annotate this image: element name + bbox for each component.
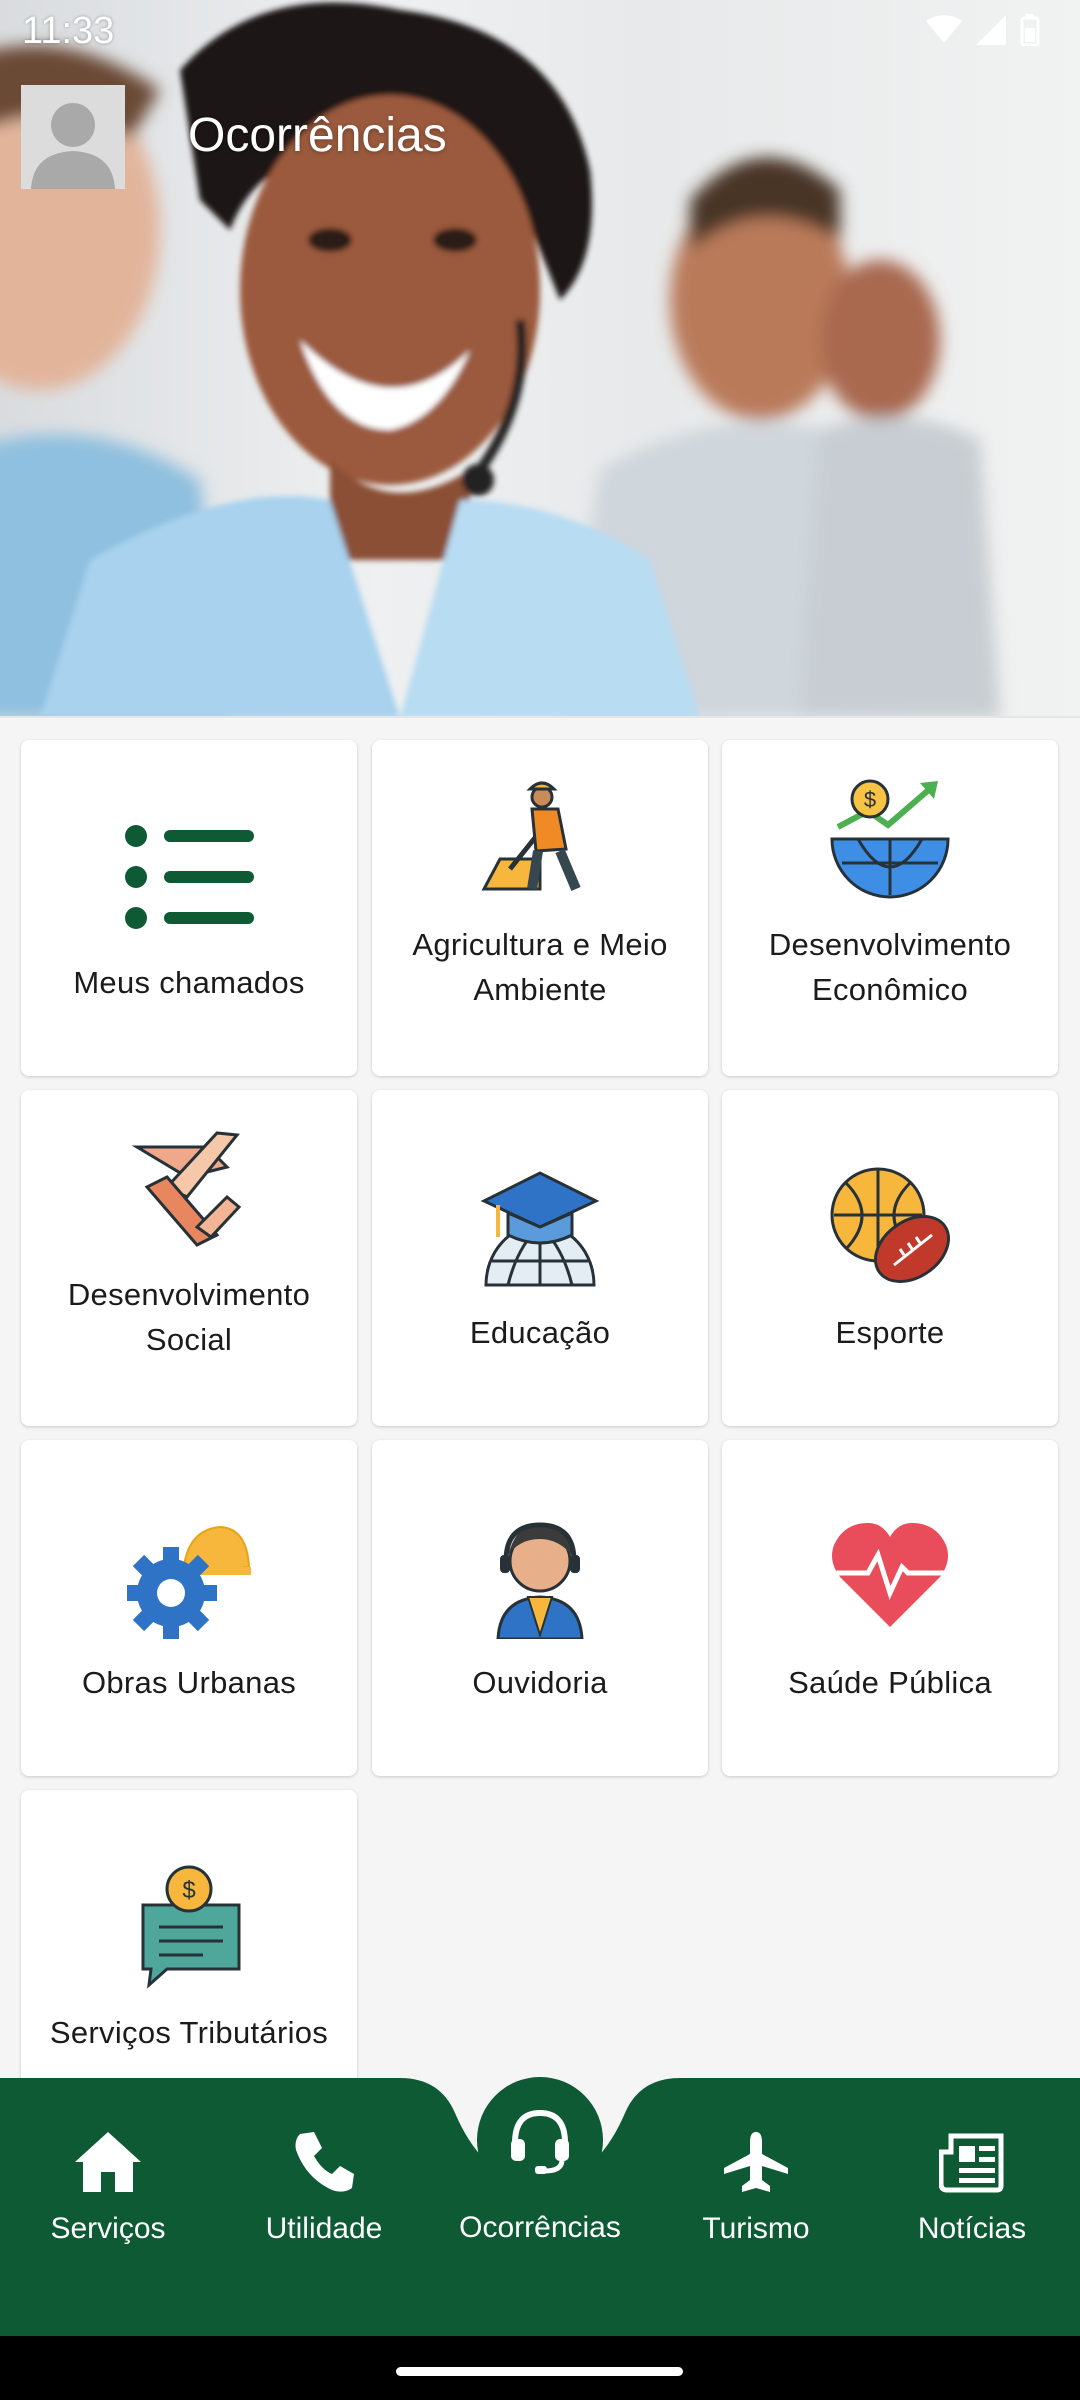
category-desenvolvimento-economico[interactable]: $ Desenvolvimento Econômico bbox=[722, 740, 1058, 1076]
page-title: Ocorrências bbox=[188, 109, 447, 162]
wifi-icon bbox=[926, 15, 962, 43]
signal-icon bbox=[976, 15, 1006, 45]
category-label: Educação bbox=[469, 1314, 611, 1350]
nav-label: Notícias bbox=[917, 2212, 1027, 2245]
svg-text:$: $ bbox=[182, 1877, 195, 1904]
globe-growth-icon: $ bbox=[825, 774, 955, 904]
category-agricultura[interactable]: Agricultura e Meio Ambiente bbox=[372, 740, 708, 1076]
home-icon bbox=[75, 2132, 141, 2192]
hands-together-icon bbox=[124, 1124, 254, 1254]
hero-divider bbox=[0, 716, 1080, 718]
worker-shovel-icon bbox=[475, 774, 605, 904]
user-silhouette-icon bbox=[21, 85, 125, 189]
category-label: Saúde Pública bbox=[788, 1664, 992, 1700]
category-label: Serviços Tributários bbox=[49, 2014, 329, 2050]
status-bar: 11:33 bbox=[0, 0, 1080, 64]
category-label: Esporte bbox=[835, 1314, 945, 1350]
category-label: Meus chamados bbox=[73, 964, 305, 1000]
phone-icon bbox=[295, 2132, 354, 2192]
airplane-icon bbox=[724, 2132, 788, 2192]
nav-noticias[interactable]: Notícias bbox=[892, 2130, 1052, 2246]
newspaper-icon bbox=[939, 2133, 1004, 2193]
category-saude-publica[interactable]: Saúde Pública bbox=[722, 1440, 1058, 1776]
tax-document-icon: $ bbox=[124, 1862, 254, 1992]
headset-icon bbox=[511, 2109, 569, 2174]
list-icon bbox=[124, 812, 254, 942]
battery-icon bbox=[1020, 14, 1040, 46]
svg-text:$: $ bbox=[864, 787, 876, 812]
hero-banner: 11:33 Ocorrências bbox=[0, 0, 1080, 718]
nav-turismo[interactable]: Turismo bbox=[676, 2130, 836, 2246]
category-meus-chamados[interactable]: Meus chamados bbox=[21, 740, 357, 1076]
gesture-handle[interactable] bbox=[396, 2367, 683, 2376]
category-ouvidoria[interactable]: Ouvidoria bbox=[372, 1440, 708, 1776]
category-label: Agricultura e Meio Ambiente bbox=[412, 927, 668, 1007]
call-agent-icon bbox=[475, 1512, 605, 1642]
graduation-globe-icon bbox=[475, 1162, 605, 1292]
category-label: Ouvidoria bbox=[472, 1664, 608, 1700]
avatar[interactable] bbox=[21, 85, 125, 189]
ocorrencias-fab[interactable] bbox=[477, 2077, 603, 2203]
nav-label: Ocorrências bbox=[459, 2211, 621, 2244]
category-esporte[interactable]: Esporte bbox=[722, 1090, 1058, 1426]
nav-label: Serviços bbox=[50, 2212, 166, 2245]
heart-pulse-icon bbox=[825, 1512, 955, 1642]
category-label: Obras Urbanas bbox=[81, 1664, 297, 1700]
nav-label: Utilidade bbox=[265, 2212, 383, 2245]
category-servicos-tributarios[interactable]: $ Serviços Tributários bbox=[21, 1790, 357, 2126]
category-desenvolvimento-social[interactable]: Desenvolvimento Social bbox=[21, 1090, 357, 1426]
nav-servicos[interactable]: Serviços bbox=[28, 2130, 188, 2246]
status-time: 11:33 bbox=[22, 10, 115, 52]
nav-utilidade[interactable]: Utilidade bbox=[244, 2130, 404, 2246]
gear-helmet-icon bbox=[124, 1512, 254, 1642]
category-obras-urbanas[interactable]: Obras Urbanas bbox=[21, 1440, 357, 1776]
status-icons bbox=[926, 14, 1040, 46]
category-label: Desenvolvimento Social bbox=[67, 1277, 311, 1357]
nav-label: Turismo bbox=[702, 2212, 810, 2245]
category-label: Desenvolvimento Econômico bbox=[768, 927, 1012, 1007]
category-educacao[interactable]: Educação bbox=[372, 1090, 708, 1426]
nav-ocorrencias[interactable]: Ocorrências bbox=[459, 2211, 621, 2245]
sports-balls-icon bbox=[825, 1162, 955, 1292]
call-center-photo bbox=[0, 2, 1000, 718]
